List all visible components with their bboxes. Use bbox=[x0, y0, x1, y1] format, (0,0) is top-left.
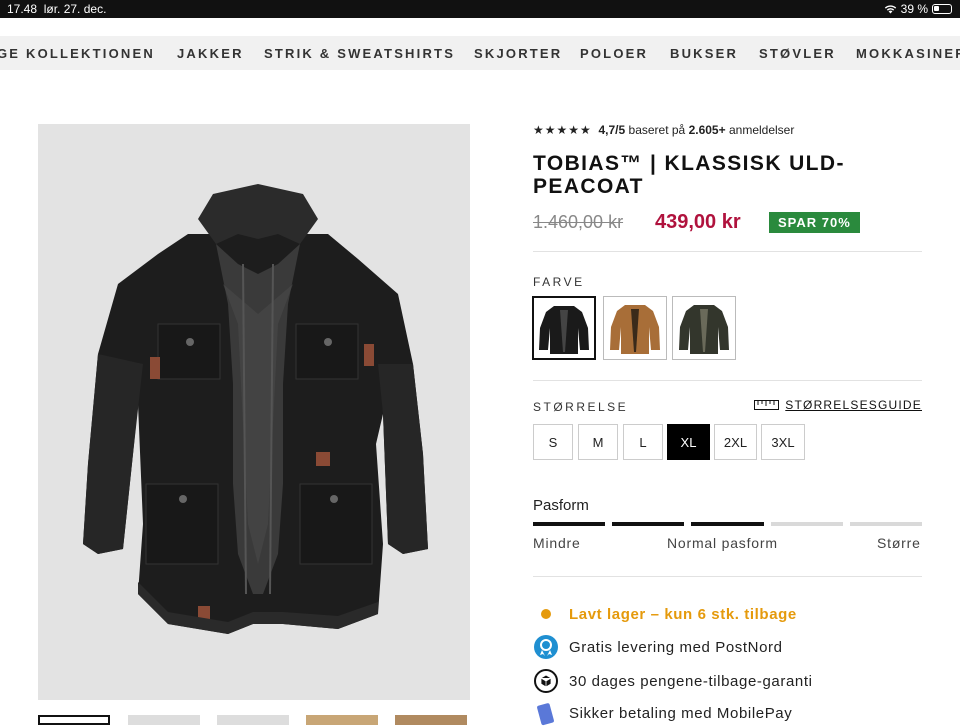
divider bbox=[533, 380, 922, 381]
jacket-thumb-brown bbox=[610, 305, 660, 354]
size-label: STØRRELSE bbox=[533, 400, 629, 414]
size-option-2xl[interactable]: 2XL bbox=[714, 424, 757, 460]
divider bbox=[533, 576, 922, 577]
thumbnail-1[interactable] bbox=[38, 715, 110, 725]
wifi-icon bbox=[884, 5, 896, 14]
jacket-thumb-darkgreen bbox=[679, 305, 729, 354]
status-bar: 17.48 lør. 27. dec. 39 % bbox=[0, 0, 960, 18]
nav-item-skjorter[interactable]: SKJORTER bbox=[474, 46, 562, 61]
nav-item-bukser[interactable]: BUKSER bbox=[670, 46, 738, 61]
product-rating[interactable]: ★★★★★ 4,7/5 baseret på 2.605+ anmeldelse… bbox=[533, 123, 794, 137]
ruler-icon bbox=[754, 400, 780, 410]
fit-segment bbox=[691, 522, 764, 526]
nav-item-mokkasiner[interactable]: MOKKASINER bbox=[856, 46, 960, 61]
nav-item-stovler[interactable]: STØVLER bbox=[759, 46, 836, 61]
size-option-l[interactable]: L bbox=[623, 424, 663, 460]
battery-icon bbox=[932, 4, 952, 14]
payment-info: Sikker betaling med MobilePay bbox=[533, 700, 792, 726]
fit-segment bbox=[533, 522, 605, 526]
size-option-m[interactable]: M bbox=[578, 424, 618, 460]
size-option-s[interactable]: S bbox=[533, 424, 573, 460]
jacket-illustration bbox=[83, 184, 428, 634]
color-swatch-brown[interactable] bbox=[603, 296, 667, 360]
rating-suffix: anmeldelser bbox=[728, 123, 795, 137]
status-time-date: 17.48 lør. 27. dec. bbox=[7, 2, 106, 16]
guarantee-text: 30 dages pengene-tilbage-garanti bbox=[569, 672, 813, 690]
delivery-info: Gratis levering med PostNord bbox=[533, 634, 783, 660]
fit-segment bbox=[771, 522, 843, 526]
fit-title: Pasform bbox=[533, 497, 589, 514]
fit-segment bbox=[612, 522, 684, 526]
divider bbox=[533, 251, 922, 252]
fit-label-normal: Normal pasform bbox=[667, 535, 778, 551]
sale-price: 439,00 kr bbox=[655, 211, 741, 233]
status-right: 39 % bbox=[884, 2, 952, 16]
nav-item-strik[interactable]: STRIK & SWEATSHIRTS bbox=[264, 46, 455, 61]
save-badge: SPAR 70% bbox=[769, 212, 860, 233]
nav-item-jakker[interactable]: JAKKER bbox=[177, 46, 244, 61]
box-return-icon bbox=[533, 668, 559, 694]
battery-percent: 39 % bbox=[900, 2, 928, 16]
thumbnail-2[interactable] bbox=[128, 715, 200, 725]
thumbnail-5[interactable] bbox=[395, 715, 467, 725]
color-label: FARVE bbox=[533, 275, 585, 289]
fit-label-smaller: Mindre bbox=[533, 535, 581, 551]
stock-dot-icon bbox=[533, 601, 559, 627]
rating-count: 2.605+ bbox=[688, 123, 726, 137]
nav-item-kollektionen[interactable]: GE KOLLEKTIONEN bbox=[0, 46, 155, 61]
rating-mid: baseret på bbox=[628, 123, 686, 137]
payment-text: Sikker betaling med MobilePay bbox=[569, 704, 793, 722]
rating-stars-icon: ★★★★★ bbox=[533, 123, 592, 137]
status-date: lør. 27. dec. bbox=[43, 2, 107, 16]
nav-item-poloer[interactable]: POLOER bbox=[580, 46, 648, 61]
size-option-3xl[interactable]: 3XL bbox=[761, 424, 805, 460]
color-swatch-darkgreen[interactable] bbox=[672, 296, 736, 360]
mobilepay-icon bbox=[533, 700, 559, 726]
delivery-icon bbox=[533, 634, 559, 660]
delivery-text: Gratis levering med PostNord bbox=[569, 638, 783, 656]
thumbnail-4[interactable] bbox=[306, 715, 378, 725]
jacket-thumb-black bbox=[539, 306, 589, 354]
size-guide-text: STØRRELSESGUIDE bbox=[785, 398, 922, 412]
size-option-xl[interactable]: XL bbox=[667, 424, 710, 460]
stock-info: Lavt lager – kun 6 stk. tilbage bbox=[533, 601, 797, 627]
product-image[interactable] bbox=[38, 124, 470, 700]
status-time: 17.48 bbox=[7, 2, 38, 16]
guarantee-info: 30 dages pengene-tilbage-garanti bbox=[533, 668, 813, 694]
fit-label-larger: Større bbox=[877, 535, 921, 551]
color-swatch-black[interactable] bbox=[532, 296, 596, 360]
rating-value: 4,7/5 bbox=[598, 123, 626, 137]
category-nav: GE KOLLEKTIONEN JAKKER STRIK & SWEATSHIR… bbox=[0, 36, 960, 70]
thumbnail-3[interactable] bbox=[217, 715, 289, 725]
fit-segment bbox=[850, 522, 922, 526]
product-title: TOBIAS™ | KLASSISK ULD-PEACOAT bbox=[533, 152, 845, 198]
old-price: 1.460,00 kr bbox=[533, 212, 624, 232]
stock-text: Lavt lager – kun 6 stk. tilbage bbox=[569, 605, 797, 623]
size-guide-link[interactable]: STØRRELSESGUIDE bbox=[754, 398, 922, 412]
